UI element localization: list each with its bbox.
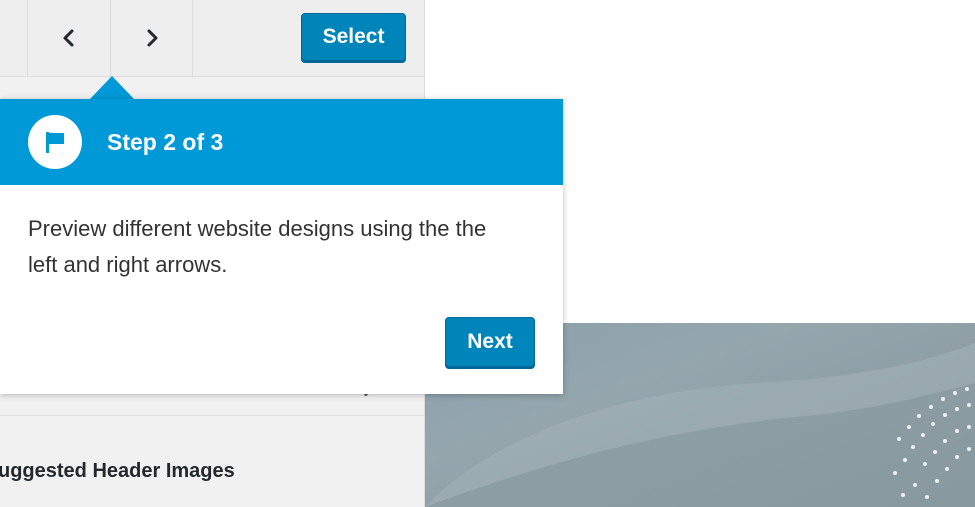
flag-icon (46, 132, 64, 153)
tour-description: Preview different website designs using … (28, 216, 487, 277)
next-button[interactable]: Next (445, 317, 535, 367)
tour-popover: Step 2 of 3 Preview different website de… (0, 99, 563, 394)
previous-theme-button[interactable] (27, 0, 110, 76)
tour-title: Step 2 of 3 (107, 129, 224, 155)
theme-toolbar: Select (0, 0, 424, 77)
chevron-right-icon (147, 29, 157, 47)
tour-header: Step 2 of 3 (0, 99, 563, 185)
tour-pointer (90, 76, 134, 99)
section-heading: uggested Header Images (0, 459, 235, 482)
next-theme-button[interactable] (110, 0, 193, 76)
chevron-left-icon (63, 29, 74, 47)
select-theme-button[interactable]: Select (301, 13, 406, 61)
section-suggested-header-images: uggested Header Images (0, 443, 424, 499)
tour-badge (28, 115, 82, 169)
